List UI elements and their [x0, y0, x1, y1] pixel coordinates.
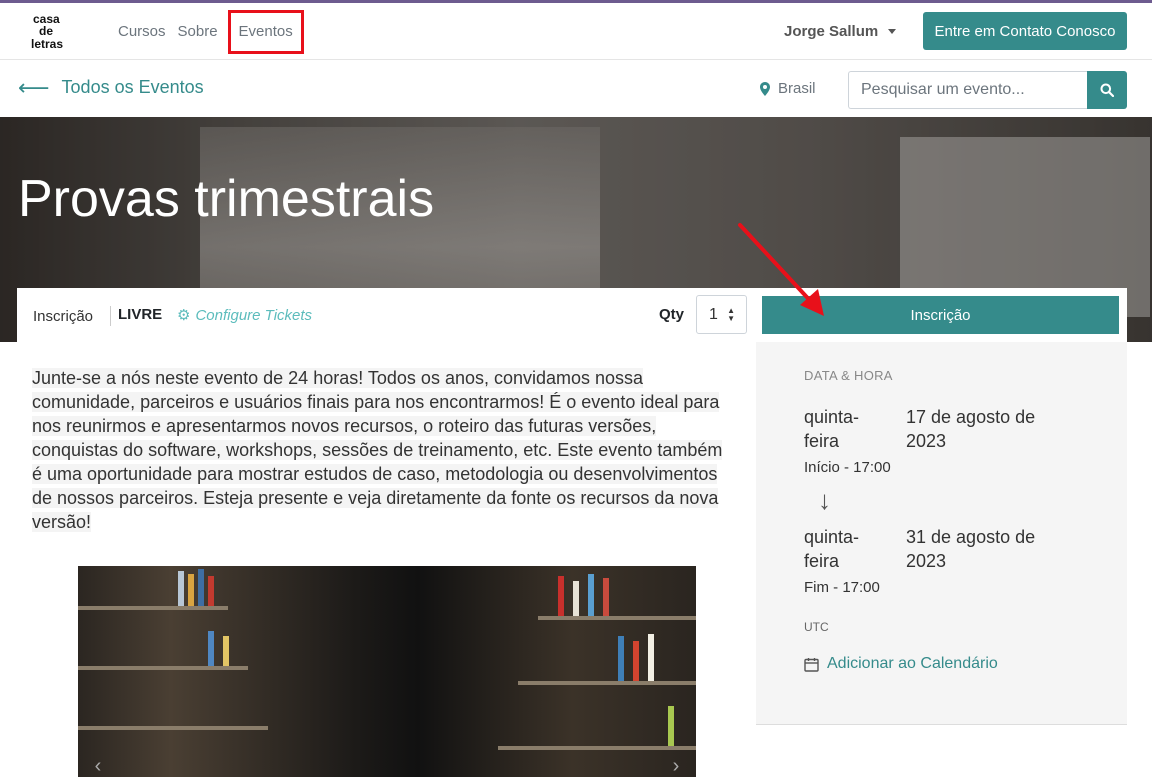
shelf [78, 726, 268, 730]
logo-mark: casa de letras [31, 12, 63, 51]
qty-label: Qty [659, 306, 685, 323]
arrow-down-icon: ↓ [818, 485, 831, 515]
location-label: Brasil [778, 80, 816, 97]
end-day: quinta-feira [804, 527, 860, 571]
book [588, 574, 594, 616]
user-name: Jorge Sallum [784, 23, 879, 40]
main-nav: Cursos Sobre Eventos [112, 3, 304, 60]
start-time: Início - 17:00 [804, 459, 891, 476]
description-text: Junte-se a nós neste evento de 24 horas!… [32, 368, 723, 532]
end-date: 31 de agosto de 2023 [906, 527, 1036, 571]
search-input[interactable] [848, 71, 1087, 109]
configure-tickets-link[interactable]: ⚙ Configure Tickets [177, 306, 313, 325]
user-menu[interactable]: Jorge Sallum [784, 3, 897, 60]
shelf [78, 606, 228, 610]
book [198, 569, 204, 606]
qty-value: 1 [709, 305, 718, 323]
updown-icon: ▲ ▼ [727, 306, 735, 323]
book [603, 578, 609, 616]
gear-icon: ⚙ [177, 307, 191, 324]
date-time-heading: DATA & HORA [804, 368, 893, 383]
book [178, 571, 184, 606]
arrow-left-icon: ⟵ [18, 74, 50, 100]
start-date: 17 de agosto de 2023 [906, 407, 1036, 451]
svg-text:letras: letras [31, 37, 63, 51]
configure-tickets-label: Configure Tickets [195, 306, 313, 324]
site-header: casa de letras Cursos Sobre Eventos Jorg… [0, 3, 1152, 60]
book [618, 636, 624, 681]
ticket-label: Inscrição [33, 308, 94, 325]
book [668, 706, 674, 746]
book [208, 631, 214, 666]
add-to-calendar-label: Adicionar ao Calendário [827, 655, 998, 672]
end-time: Fim - 17:00 [804, 579, 880, 596]
shelf [498, 746, 696, 750]
shelf [518, 681, 696, 685]
caret-down-icon [888, 29, 897, 34]
add-to-calendar-link[interactable]: Adicionar ao Calendário [804, 655, 998, 673]
event-search [848, 71, 1127, 109]
book [633, 641, 639, 681]
search-button[interactable] [1087, 71, 1127, 109]
book [558, 576, 564, 616]
timezone-label: UTC [804, 620, 829, 634]
shelf [538, 616, 696, 620]
events-subbar: ⟵ Todos os Eventos Brasil [0, 60, 1152, 117]
ticket-bar: Inscrição LIVRE ⚙ Configure Tickets Qty … [17, 288, 1127, 342]
location-filter[interactable]: Brasil [760, 80, 816, 97]
svg-text:de: de [39, 24, 53, 38]
register-button[interactable]: Inscrição [762, 296, 1119, 334]
calendar-icon [804, 657, 819, 672]
contact-button[interactable]: Entre em Contato Conosco [923, 12, 1127, 50]
search-icon [1100, 83, 1114, 97]
carousel-prev-icon[interactable]: ‹ [86, 755, 110, 777]
event-title: Provas trimestrais [18, 170, 435, 228]
book [208, 576, 214, 606]
back-to-events-link[interactable]: ⟵ Todos os Eventos [18, 74, 204, 100]
ticket-price: LIVRE [118, 306, 163, 323]
start-day: quinta-feira [804, 407, 860, 451]
qty-select[interactable]: 1 ▲ ▼ [696, 295, 747, 334]
nav-eventos[interactable]: Eventos [227, 9, 304, 54]
nav-cursos[interactable]: Cursos [112, 12, 172, 52]
book [573, 581, 579, 616]
book [223, 636, 229, 666]
carousel-next-icon[interactable]: › [664, 755, 688, 777]
event-sidebar: DATA & HORA quinta-feira 17 de agosto de… [756, 342, 1127, 725]
book [188, 574, 194, 606]
site-logo[interactable]: casa de letras [30, 11, 72, 53]
shelf [78, 666, 248, 670]
back-label: Todos os Eventos [61, 77, 204, 97]
divider [110, 306, 111, 326]
nav-sobre[interactable]: Sobre [172, 12, 224, 52]
event-image-carousel: ‹ › [78, 566, 696, 777]
map-pin-icon [760, 81, 770, 96]
event-description: Junte-se a nós neste evento de 24 horas!… [32, 366, 732, 534]
book [648, 634, 654, 681]
